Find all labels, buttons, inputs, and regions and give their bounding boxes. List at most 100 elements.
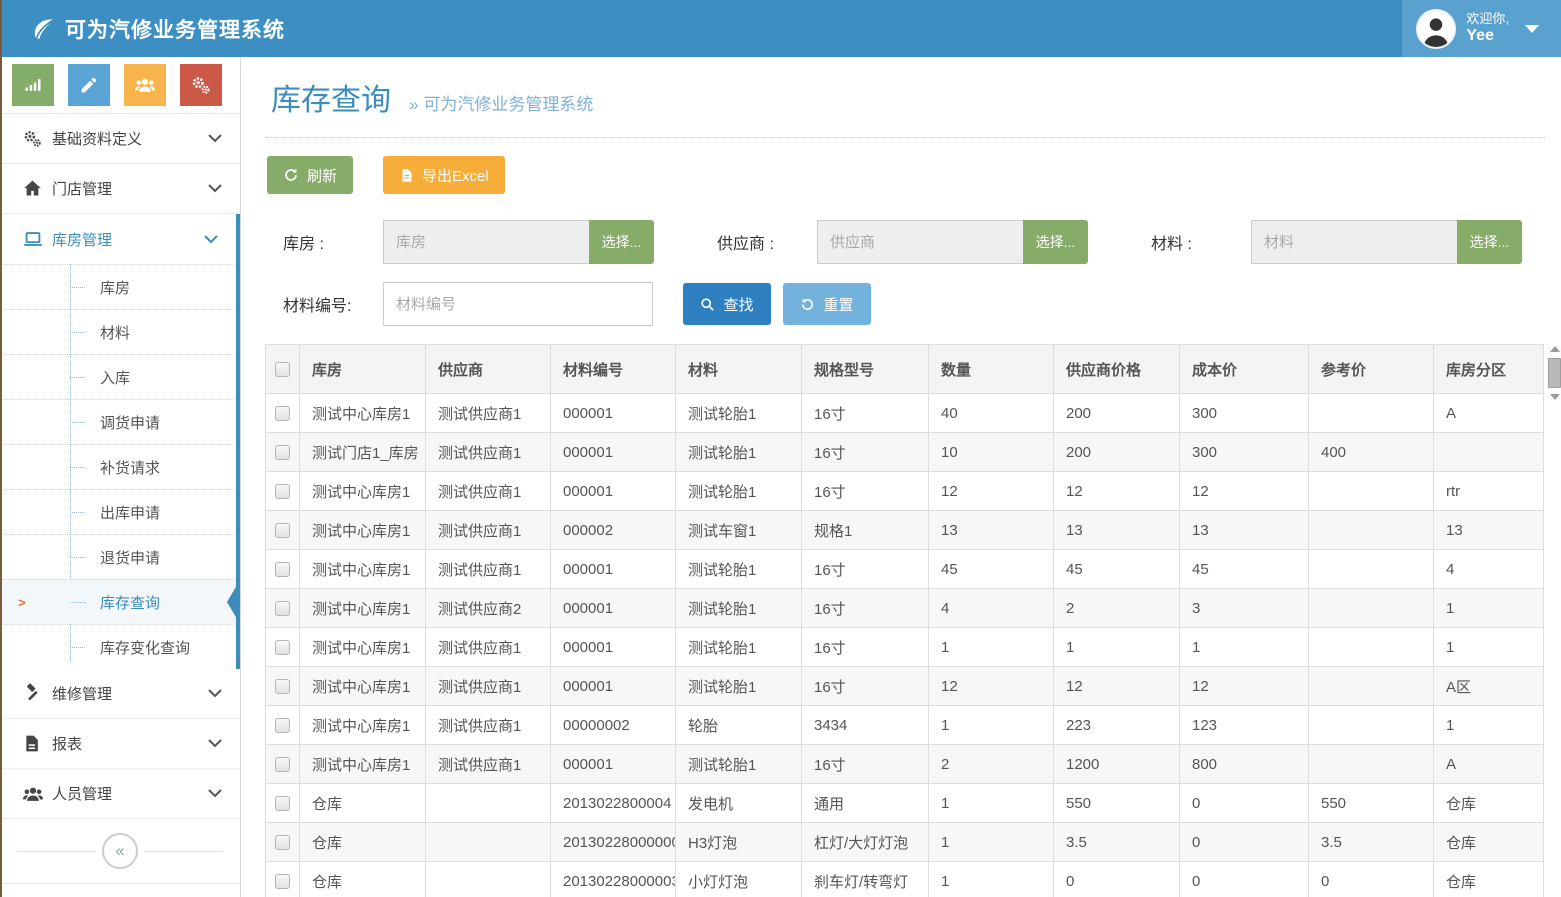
- sidebar-subitem-warehouse[interactable]: 库房: [0, 264, 236, 309]
- sidebar-item-base-data[interactable]: 基础资料定义: [0, 114, 240, 164]
- table-cell: 00000002: [551, 706, 676, 745]
- sidebar-subitem-material[interactable]: 材料: [0, 309, 236, 354]
- material-select-button[interactable]: 选择...: [1457, 220, 1522, 264]
- search-label: 查找: [723, 294, 753, 315]
- table-row: 测试中心库房1测试供应商1000001测试轮胎116寸121212A区: [266, 667, 1544, 706]
- sidebar-subitem-return-request[interactable]: 退货申请: [0, 534, 236, 579]
- user-menu[interactable]: 欢迎你, Yee: [1402, 0, 1561, 57]
- export-excel-button[interactable]: 导出Excel: [383, 156, 505, 194]
- column-header[interactable]: 库房: [300, 345, 426, 394]
- table-cell: 0: [1180, 823, 1309, 862]
- row-checkbox[interactable]: [275, 406, 290, 421]
- column-header[interactable]: 材料编号: [551, 345, 676, 394]
- sidebar-subitem-inventory-query[interactable]: > 库存查询: [0, 579, 236, 624]
- table-cell: 轮胎: [676, 706, 802, 745]
- material-input[interactable]: [1251, 220, 1457, 264]
- table-cell: 16寸: [802, 472, 929, 511]
- table-cell: 20130228000000: [551, 823, 676, 862]
- sidebar-item-warehouse-management[interactable]: 库房管理: [0, 214, 236, 264]
- row-checkbox[interactable]: [275, 874, 290, 889]
- table-cell: A: [1434, 745, 1544, 784]
- sidebar-subitem-replenish-request[interactable]: 补货请求: [0, 444, 236, 489]
- sidebar-subitem-inventory-change-query[interactable]: 库存变化查询: [0, 624, 236, 669]
- table-cell: 0: [1309, 862, 1434, 897]
- settings-quick-button[interactable]: [180, 64, 222, 106]
- table-cell: 300: [1180, 433, 1309, 472]
- table-cell: 小灯灯泡: [676, 862, 802, 897]
- table-row: 测试中心库房1测试供应商2000001测试轮胎116寸4231: [266, 589, 1544, 628]
- sidebar-item-store-management[interactable]: 门店管理: [0, 164, 240, 214]
- table-cell: 12: [929, 472, 1054, 511]
- username: Yee: [1466, 27, 1509, 45]
- reset-label: 重置: [823, 294, 853, 315]
- table-cell: 测试轮胎1: [676, 433, 802, 472]
- table-cell: 3434: [802, 706, 929, 745]
- collapse-sidebar-button[interactable]: «: [102, 833, 138, 869]
- table-cell: 测试供应商1: [426, 472, 551, 511]
- warehouse-input[interactable]: [383, 220, 589, 264]
- reset-button[interactable]: 重置: [783, 283, 871, 325]
- column-header[interactable]: 参考价: [1309, 345, 1434, 394]
- table-cell: 13: [1180, 511, 1309, 550]
- scroll-down-icon[interactable]: [1550, 394, 1560, 400]
- table-scrollbar[interactable]: [1546, 346, 1561, 400]
- column-header[interactable]: 材料: [676, 345, 802, 394]
- table-cell: [1309, 706, 1434, 745]
- submenu-label: 库房: [100, 277, 130, 298]
- column-header[interactable]: 数量: [929, 345, 1054, 394]
- table-cell: 000001: [551, 394, 676, 433]
- table-cell: 000001: [551, 433, 676, 472]
- gears-icon: [190, 74, 212, 96]
- users-quick-button[interactable]: [124, 64, 166, 106]
- row-checkbox[interactable]: [275, 640, 290, 655]
- gavel-icon: [22, 683, 52, 704]
- search-button[interactable]: 查找: [683, 283, 771, 325]
- refresh-icon: [283, 167, 299, 183]
- supplier-select-button[interactable]: 选择...: [1023, 220, 1088, 264]
- table-cell: 13: [1434, 511, 1544, 550]
- chart-quick-button[interactable]: [12, 64, 54, 106]
- home-icon: [22, 178, 52, 199]
- column-header[interactable]: 规格型号: [802, 345, 929, 394]
- select-all-checkbox[interactable]: [275, 362, 290, 377]
- row-checkbox-cell: [266, 472, 300, 511]
- sidebar-subitem-outbound-request[interactable]: 出库申请: [0, 489, 236, 534]
- column-header[interactable]: 供应商: [426, 345, 551, 394]
- row-checkbox[interactable]: [275, 601, 290, 616]
- row-checkbox[interactable]: [275, 445, 290, 460]
- row-checkbox[interactable]: [275, 562, 290, 577]
- scroll-up-icon[interactable]: [1550, 346, 1560, 352]
- sidebar-item-reports[interactable]: 报表: [0, 719, 240, 769]
- window-edge: [0, 0, 2, 897]
- supplier-input[interactable]: [817, 220, 1023, 264]
- refresh-button[interactable]: 刷新: [267, 156, 353, 194]
- row-checkbox[interactable]: [275, 757, 290, 772]
- row-checkbox[interactable]: [275, 796, 290, 811]
- row-checkbox[interactable]: [275, 718, 290, 733]
- material-no-label: 材料编号:: [265, 292, 383, 316]
- table-cell: 测试中心库房1: [300, 394, 426, 433]
- scrollbar-thumb[interactable]: [1548, 358, 1561, 388]
- row-checkbox[interactable]: [275, 679, 290, 694]
- users-icon: [22, 783, 52, 805]
- table-cell: 2013022800004: [551, 784, 676, 823]
- sidebar-item-personnel-management[interactable]: 人员管理: [0, 769, 240, 819]
- row-checkbox[interactable]: [275, 484, 290, 499]
- column-header[interactable]: 供应商价格: [1054, 345, 1180, 394]
- sidebar-subitem-inbound[interactable]: 入库: [0, 354, 236, 399]
- material-no-input[interactable]: [383, 282, 653, 326]
- table-cell: 20130228000003: [551, 862, 676, 897]
- table-cell: 4: [1434, 550, 1544, 589]
- column-header[interactable]: 成本价: [1180, 345, 1309, 394]
- chevron-down-icon: [204, 231, 218, 248]
- row-checkbox[interactable]: [275, 835, 290, 850]
- column-header[interactable]: 库房分区: [1434, 345, 1544, 394]
- table-cell: 000001: [551, 589, 676, 628]
- table-cell: 测试轮胎1: [676, 394, 802, 433]
- edit-quick-button[interactable]: [68, 64, 110, 106]
- table-row: 测试中心库房1测试供应商1000001测试轮胎116寸1111: [266, 628, 1544, 667]
- warehouse-select-button[interactable]: 选择...: [589, 220, 654, 264]
- sidebar-item-repair-management[interactable]: 维修管理: [0, 669, 240, 719]
- row-checkbox[interactable]: [275, 523, 290, 538]
- sidebar-subitem-transfer-request[interactable]: 调货申请: [0, 399, 236, 444]
